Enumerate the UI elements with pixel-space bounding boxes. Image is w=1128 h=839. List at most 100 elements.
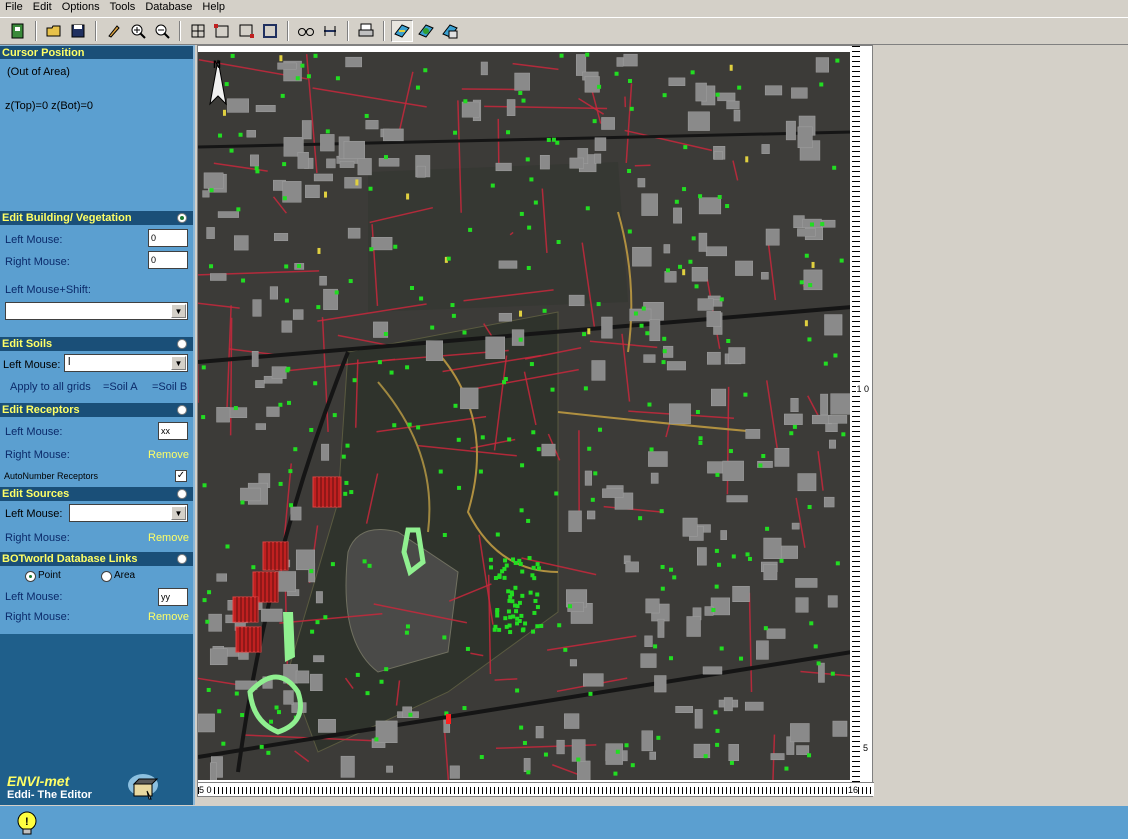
select-rect-alt-icon[interactable] xyxy=(235,20,257,42)
building xyxy=(584,470,592,486)
vegetation-cell xyxy=(672,575,677,580)
vegetation-cell xyxy=(647,402,652,407)
soil-a-link[interactable]: =Soil A xyxy=(103,381,138,393)
ruler-bottom-label: 5 0 xyxy=(199,785,212,795)
brush-icon[interactable] xyxy=(103,20,125,42)
edit-receptors-radio[interactable] xyxy=(177,405,187,415)
building xyxy=(654,675,667,693)
menu-edit[interactable]: Edit xyxy=(28,0,57,15)
building xyxy=(556,739,565,755)
view-soils-icon[interactable] xyxy=(439,20,461,42)
vegetation-cell xyxy=(241,278,246,283)
building xyxy=(694,709,703,729)
left-mouse-botworld-input[interactable]: yy xyxy=(158,588,188,606)
edit-soils-radio[interactable] xyxy=(177,339,187,349)
menu-help[interactable]: Help xyxy=(197,0,230,15)
edit-receptors-header[interactable]: Edit Receptors xyxy=(0,403,193,417)
vegetation-cell xyxy=(415,85,420,90)
vegetation-cell xyxy=(508,594,513,599)
autonumber-checkbox[interactable]: ✓ xyxy=(175,470,187,482)
vegetation-cell xyxy=(330,562,335,567)
building xyxy=(765,228,780,246)
vegetation-cell xyxy=(506,589,511,594)
soil-b-link[interactable]: =Soil B xyxy=(152,381,187,393)
edit-sources-header[interactable]: Edit Sources xyxy=(0,487,193,501)
building-block-icon[interactable] xyxy=(127,773,159,801)
chevron-down-icon[interactable]: ▼ xyxy=(171,356,186,370)
chevron-down-icon[interactable]: ▼ xyxy=(171,506,186,520)
vegetation-cell xyxy=(641,306,646,311)
left-mouse-soils-select[interactable]: l ▼ xyxy=(64,354,188,372)
select-rect-icon[interactable] xyxy=(211,20,233,42)
edit-soils-header[interactable]: Edit Soils xyxy=(0,337,193,351)
edit-building-header[interactable]: Edit Building/ Vegetation xyxy=(0,211,193,225)
zoom-in-icon[interactable] xyxy=(127,20,149,42)
menu-tools[interactable]: Tools xyxy=(105,0,141,15)
site-map[interactable]: N xyxy=(198,52,852,780)
save-disk-icon[interactable] xyxy=(67,20,89,42)
vegetation-cell xyxy=(823,361,828,366)
vegetation-cell xyxy=(520,463,525,468)
vegetation-cell xyxy=(832,165,837,170)
point-radio[interactable] xyxy=(25,571,36,582)
vegetation-cell xyxy=(313,381,318,386)
vegetation-cell xyxy=(659,509,664,514)
vegetation-cell xyxy=(218,133,223,138)
chevron-down-icon[interactable]: ▼ xyxy=(171,304,186,318)
svg-text:!: ! xyxy=(25,816,29,828)
vegetation-cell xyxy=(528,590,533,595)
remove-botworld-link[interactable]: Remove xyxy=(148,611,189,623)
left-mouse-label: Left Mouse: xyxy=(5,426,63,438)
vegetation-cell xyxy=(309,427,314,432)
building xyxy=(726,100,740,110)
menu-database[interactable]: Database xyxy=(140,0,197,15)
vegetation-cell xyxy=(490,183,495,188)
remove-receptor-link[interactable]: Remove xyxy=(148,449,189,461)
section-title: Edit Receptors xyxy=(2,404,80,416)
view-vegetation-icon[interactable] xyxy=(415,20,437,42)
building xyxy=(498,260,518,269)
toolbar-separator xyxy=(287,21,289,41)
building xyxy=(425,340,443,361)
open-folder-icon[interactable] xyxy=(43,20,65,42)
map-area[interactable]: N 1 0 5 5 0 16 xyxy=(197,45,874,797)
vegetation-cell xyxy=(698,194,703,199)
apply-all-grids-link[interactable]: Apply to all grids xyxy=(10,381,91,393)
building xyxy=(266,406,280,417)
vegetation-cell xyxy=(323,615,328,620)
left-mouse-receptor-input[interactable]: xx xyxy=(158,422,188,440)
warning-bulb-icon[interactable]: ! xyxy=(14,810,40,836)
exit-icon[interactable] xyxy=(7,20,29,42)
left-mouse-label: Left Mouse: xyxy=(5,508,63,520)
frame-icon[interactable] xyxy=(259,20,281,42)
measure-icon[interactable] xyxy=(319,20,341,42)
edit-sources-radio[interactable] xyxy=(177,489,187,499)
ruler-bottom-label: 16 xyxy=(848,785,859,795)
vegetation-cell xyxy=(662,336,667,341)
area-radio[interactable] xyxy=(101,571,112,582)
menu-options[interactable]: Options xyxy=(57,0,105,15)
edit-receptors-section: Left Mouse: xx Right Mouse: Remove AutoN… xyxy=(0,417,193,487)
shift-building-select[interactable]: ▼ xyxy=(5,302,188,320)
view-buildings-icon[interactable] xyxy=(391,20,413,42)
edit-building-radio[interactable] xyxy=(177,213,187,223)
remove-source-link[interactable]: Remove xyxy=(148,532,189,544)
right-mouse-building-input[interactable]: 0 xyxy=(148,251,188,269)
edit-panel: Cursor Position (Out of Area) z(Top)=0 z… xyxy=(0,45,195,805)
grid-icon[interactable] xyxy=(187,20,209,42)
print-icon[interactable] xyxy=(355,20,377,42)
building xyxy=(495,162,512,172)
building xyxy=(637,178,646,188)
vegetation-cell xyxy=(568,604,573,609)
botworld-header[interactable]: BOTworld Database Links xyxy=(0,552,193,566)
left-mouse-building-input[interactable]: 0 xyxy=(148,229,188,247)
building xyxy=(568,510,582,532)
left-mouse-sources-select[interactable]: ▼ xyxy=(69,504,188,522)
botworld-radio[interactable] xyxy=(177,554,187,564)
menu-file[interactable]: File xyxy=(0,0,28,15)
binoculars-icon[interactable] xyxy=(295,20,317,42)
zoom-out-icon[interactable] xyxy=(151,20,173,42)
map-canvas[interactable]: N xyxy=(198,52,852,780)
vegetation-cell xyxy=(332,413,337,418)
vegetation-cell xyxy=(442,533,447,538)
